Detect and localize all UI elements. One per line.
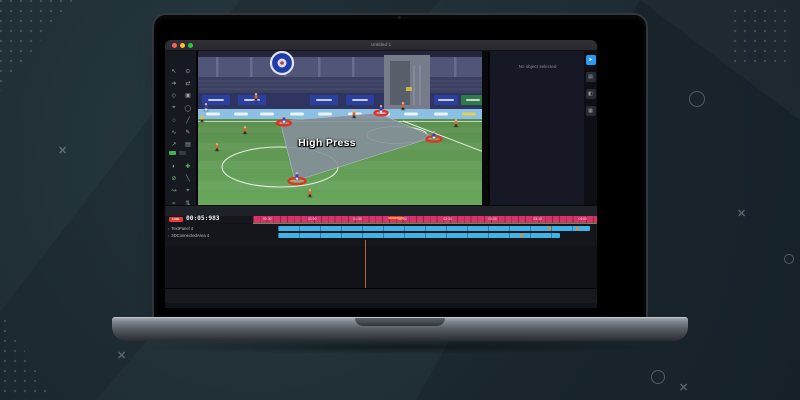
club-logo (271, 52, 293, 74)
match-video-frame (197, 51, 489, 205)
library-tab[interactable]: ◧ (586, 89, 596, 99)
live-badge: LIVE (169, 217, 183, 222)
ruler-highlight-marker[interactable] (388, 217, 404, 219)
dot-grid-decor (730, 6, 794, 66)
spotlight-tool[interactable]: ⊙ (181, 65, 195, 77)
zone-tool[interactable]: ▣ (181, 90, 195, 102)
target-tool[interactable]: ⌖ (167, 102, 181, 114)
circle-decor (689, 91, 705, 107)
webcam-dot (398, 16, 401, 19)
stadium-scene (198, 51, 489, 205)
transport-bar: 00:00:16 ◫ ▭ « 0:16 / 8:00 ▶ » ⟳ ▦ Chron… (165, 205, 597, 216)
magnifier-tool[interactable]: ◯ (181, 102, 195, 114)
clip-keyframe-marker[interactable] (576, 227, 579, 230)
ruler-label: 00:30 (263, 216, 272, 223)
arrow-tool[interactable]: ➔ (167, 77, 181, 89)
laptop-notch (355, 318, 445, 326)
circle-decor (784, 254, 794, 264)
inspector-panel: No object selected (489, 51, 584, 205)
ruler-label: 03:00 (488, 216, 497, 223)
bottom-bar: ▦ Zoom @ 10s ▾ Send with ↵ Football ▾ ◫ … (165, 288, 597, 303)
timeline-empty-area (165, 246, 597, 288)
ruler-label: 01:00 (308, 216, 317, 223)
cross-decor: ✕ (117, 349, 126, 362)
timeline-clip[interactable] (278, 226, 590, 232)
link-tool[interactable]: ⇄ (181, 77, 195, 89)
layers-tab[interactable]: ▤ (586, 72, 596, 82)
active-color-swatch[interactable] (169, 151, 176, 155)
playhead[interactable] (365, 240, 366, 289)
ruler-label: 04:00 (578, 216, 587, 223)
clip-keyframe-marker[interactable] (548, 227, 551, 230)
circle-decor (651, 370, 665, 384)
player-marker-tool[interactable]: ◇ (167, 90, 181, 102)
cursor-tool[interactable]: ↖ (167, 65, 181, 77)
window-title: Untitled 1 (165, 40, 597, 51)
track-icon: ▪ (168, 227, 169, 231)
add-shape-tool[interactable]: ✚ (181, 160, 195, 172)
target-alt-tool[interactable]: ⌖ (181, 185, 195, 197)
inspector-empty-text: No object selected (490, 64, 585, 69)
timeline-ruler[interactable]: 00:30 01:00 01:30 02:00 02:30 03:00 03:3… (253, 216, 597, 223)
track-label[interactable]: ▪ 3DConnectedArea 4 (168, 233, 209, 238)
ruler-label: 03:30 (533, 216, 542, 223)
pen-tool[interactable]: ✎ (181, 126, 195, 138)
track-label[interactable]: ▪ TextPanel 4 (168, 226, 193, 231)
video-viewport[interactable]: High Press (197, 51, 489, 205)
freehand-tool[interactable]: ∿ (167, 126, 181, 138)
track-icon: ▪ (168, 234, 169, 238)
grid-tab[interactable]: ▦ (586, 106, 596, 116)
ruler-label: 01:30 (353, 216, 362, 223)
laptop-shadow (140, 340, 660, 354)
properties-tab[interactable]: ➤ (586, 55, 596, 65)
arrow-up-tool[interactable]: ↗ (167, 139, 181, 151)
cross-decor: ✕ (679, 381, 688, 394)
shade-tool[interactable]: ◐ (167, 160, 181, 172)
block-tool[interactable]: ⊘ (167, 172, 181, 184)
ruler-label: 02:30 (443, 216, 452, 223)
inspector-tab-strip: ➤ ▤ ◧ ▦ (584, 51, 597, 205)
layers-tool[interactable]: ▤ (181, 139, 195, 151)
tool-palette: ↖ ⊙ ➔ ⇄ ◇ ▣ ⌖ ◯ ○ ╱ ∿ ✎ (165, 51, 197, 205)
dot-grid-decor (0, 306, 52, 400)
window-titlebar: Untitled 1 (165, 40, 597, 51)
telestration-caption: High Press (298, 137, 356, 149)
cross-decor: ✕ (737, 207, 746, 220)
timeline-clip[interactable] (278, 233, 560, 239)
circle-tool[interactable]: ○ (167, 114, 181, 126)
curve-arrow-tool[interactable]: ↝ (167, 185, 181, 197)
cross-decor: ✕ (58, 144, 67, 157)
slash-tool[interactable]: ╲ (181, 172, 195, 184)
timeline-timecode: 00:05:983 (186, 215, 220, 222)
app-window: Untitled 1 ↖ ⊙ ➔ ⇄ ◇ ▣ ⌖ ◯ ○ ╱ (165, 40, 597, 308)
clip-keyframe-marker[interactable] (520, 234, 523, 237)
dot-grid-decor (0, 0, 76, 96)
line-tool[interactable]: ╱ (181, 114, 195, 126)
secondary-color-swatch[interactable] (179, 151, 186, 155)
stadium-tunnel (384, 55, 430, 109)
